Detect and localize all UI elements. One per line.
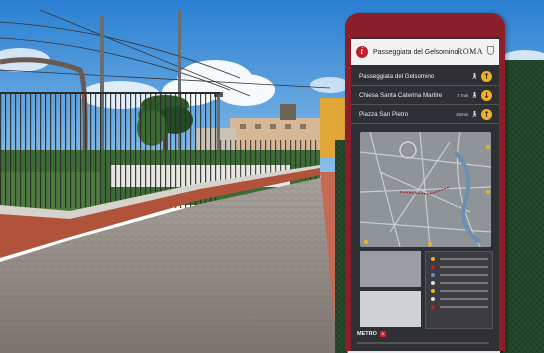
divider [357, 342, 489, 344]
destination-name: Piazza San Pietro [359, 110, 409, 118]
metro-label: METRO [357, 331, 377, 337]
destination-name: Chiesa Santa Caterina Martire [359, 91, 443, 99]
crest-icon [487, 46, 494, 55]
street-map [359, 131, 492, 248]
sign-header: i Passeggiata del Gelsomino ROMA [351, 39, 499, 65]
destination-row: Piazza San Pietro 15min 🚶︎ ↑ [351, 105, 499, 124]
metro-info: METRO A [357, 331, 386, 337]
sign-panel: i Passeggiata del Gelsomino ROMA Passegg… [351, 37, 499, 351]
destination-time: 7 min [457, 92, 469, 98]
destination-name: Passeggiata del Gelsomino [359, 72, 435, 80]
arrow-down-icon: ↓ [481, 89, 492, 101]
metro-icon: A [379, 331, 386, 337]
wayfinding-sign: i Passeggiata del Gelsomino ROMA Passegg… [345, 13, 505, 351]
info-card [360, 291, 421, 327]
destination-row: Passeggiata del Gelsomino 🚶︎ ↑ [351, 67, 499, 86]
inset-map [360, 251, 421, 287]
arrow-up-icon: ↑ [481, 70, 492, 82]
sign-title: Passeggiata del Gelsomino [373, 48, 459, 56]
info-icon: i [356, 46, 368, 58]
map-streets [359, 131, 492, 248]
destination-row: Chiesa Santa Caterina Martire 7 min 🚶︎ ↓ [351, 86, 499, 105]
destination-time: 15min [455, 111, 469, 117]
walk-icon: 🚶︎ [470, 92, 478, 99]
walk-icon: 🚶︎ [470, 111, 478, 118]
walk-icon: 🚶︎ [470, 73, 478, 80]
sign-city: ROMA [456, 47, 483, 56]
arrow-up-icon: ↑ [481, 108, 492, 120]
map-legend [425, 251, 493, 329]
